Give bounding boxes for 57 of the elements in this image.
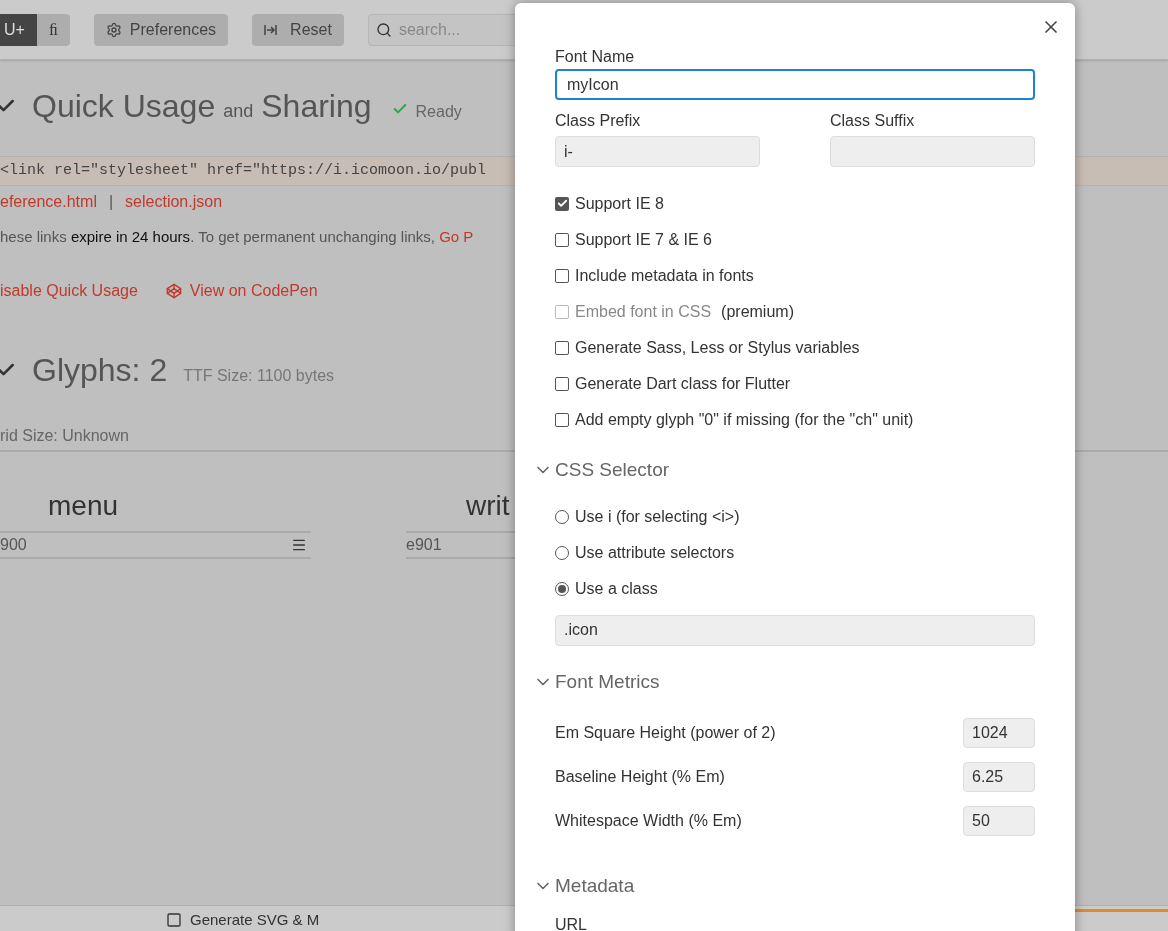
metric-field[interactable]: 50 xyxy=(963,806,1035,836)
class-suffix-field[interactable] xyxy=(830,136,1035,167)
checkbox[interactable] xyxy=(555,340,569,355)
cube-icon xyxy=(165,282,182,299)
checkbox[interactable] xyxy=(555,412,569,427)
codepen-link[interactable]: View on CodePen xyxy=(165,278,318,303)
search-icon xyxy=(375,21,392,38)
section-heading: Font Metrics xyxy=(555,669,660,694)
class-name-field[interactable]: .icon xyxy=(555,614,1035,646)
section-title: Glyphs: 2 xyxy=(32,350,168,390)
checkbox[interactable] xyxy=(555,232,569,247)
metric-label: Em Square Height (power of 2) xyxy=(555,723,776,743)
option-label: Support IE 7 & IE 6 xyxy=(575,229,712,250)
glyph-name: menu xyxy=(48,488,119,523)
disable-quick-usage-link[interactable]: isable Quick Usage xyxy=(0,278,138,303)
ttf-size: TTF Size: 1100 bytes xyxy=(183,365,335,386)
font-name-field[interactable]: myIcon xyxy=(555,69,1035,100)
file-link[interactable]: selection.json xyxy=(125,190,223,214)
metric-field[interactable]: 1024 xyxy=(963,718,1035,748)
option-note: (premium) xyxy=(721,301,794,322)
status-text: Ready xyxy=(415,102,462,122)
field-label: Font Name xyxy=(555,47,635,67)
radio-label: Use i (for selecting <i>) xyxy=(575,507,740,527)
option-label: Embed font in CSS xyxy=(575,301,712,322)
metric-field[interactable]: 6.25 xyxy=(963,762,1035,792)
section-heading: CSS Selector xyxy=(555,458,670,482)
generate-option[interactable]: Generate SVG & M xyxy=(166,909,320,931)
checkbox[interactable] xyxy=(555,376,569,391)
field-label: URL xyxy=(555,914,587,931)
arrow-to-bar-icon xyxy=(264,24,279,35)
field-label: Class Prefix xyxy=(555,111,641,131)
glyph-code-field[interactable]: 900 xyxy=(0,530,311,559)
reset-button[interactable]: Reset xyxy=(252,13,344,46)
radio-label: Use a class xyxy=(575,579,658,599)
option-label: Generate Dart class for Flutter xyxy=(575,373,791,394)
glyph-name: writ xyxy=(466,488,510,523)
mode-toggle[interactable]: ﬁ xyxy=(36,13,70,46)
section-title-connector: and xyxy=(223,100,254,123)
checkbox[interactable] xyxy=(555,196,569,211)
metric-label: Whitespace Width (% Em) xyxy=(555,811,742,831)
field-label: Class Suffix xyxy=(830,111,915,131)
option-label: Include metadata in fonts xyxy=(575,265,754,286)
section-title: Quick Usage xyxy=(32,87,216,126)
mode-toggle[interactable]: U+ xyxy=(0,13,37,46)
go-pro-link[interactable]: Go P xyxy=(439,228,474,245)
file-link[interactable]: eference.html xyxy=(0,190,97,214)
checkbox-icon xyxy=(166,912,182,929)
section-heading: Metadata xyxy=(555,874,635,898)
option-label: Generate Sass, Less or Stylus variables xyxy=(575,337,860,358)
preferences-button[interactable]: Preferences xyxy=(93,13,229,46)
section-title: Sharing xyxy=(261,87,372,126)
option-label: Support IE 8 xyxy=(575,193,664,214)
checkbox[interactable] xyxy=(555,268,569,283)
settings-icon xyxy=(105,21,122,38)
link-separator: | xyxy=(108,192,114,212)
metric-label: Baseline Height (% Em) xyxy=(555,767,725,787)
class-prefix-field[interactable]: i- xyxy=(555,136,760,167)
